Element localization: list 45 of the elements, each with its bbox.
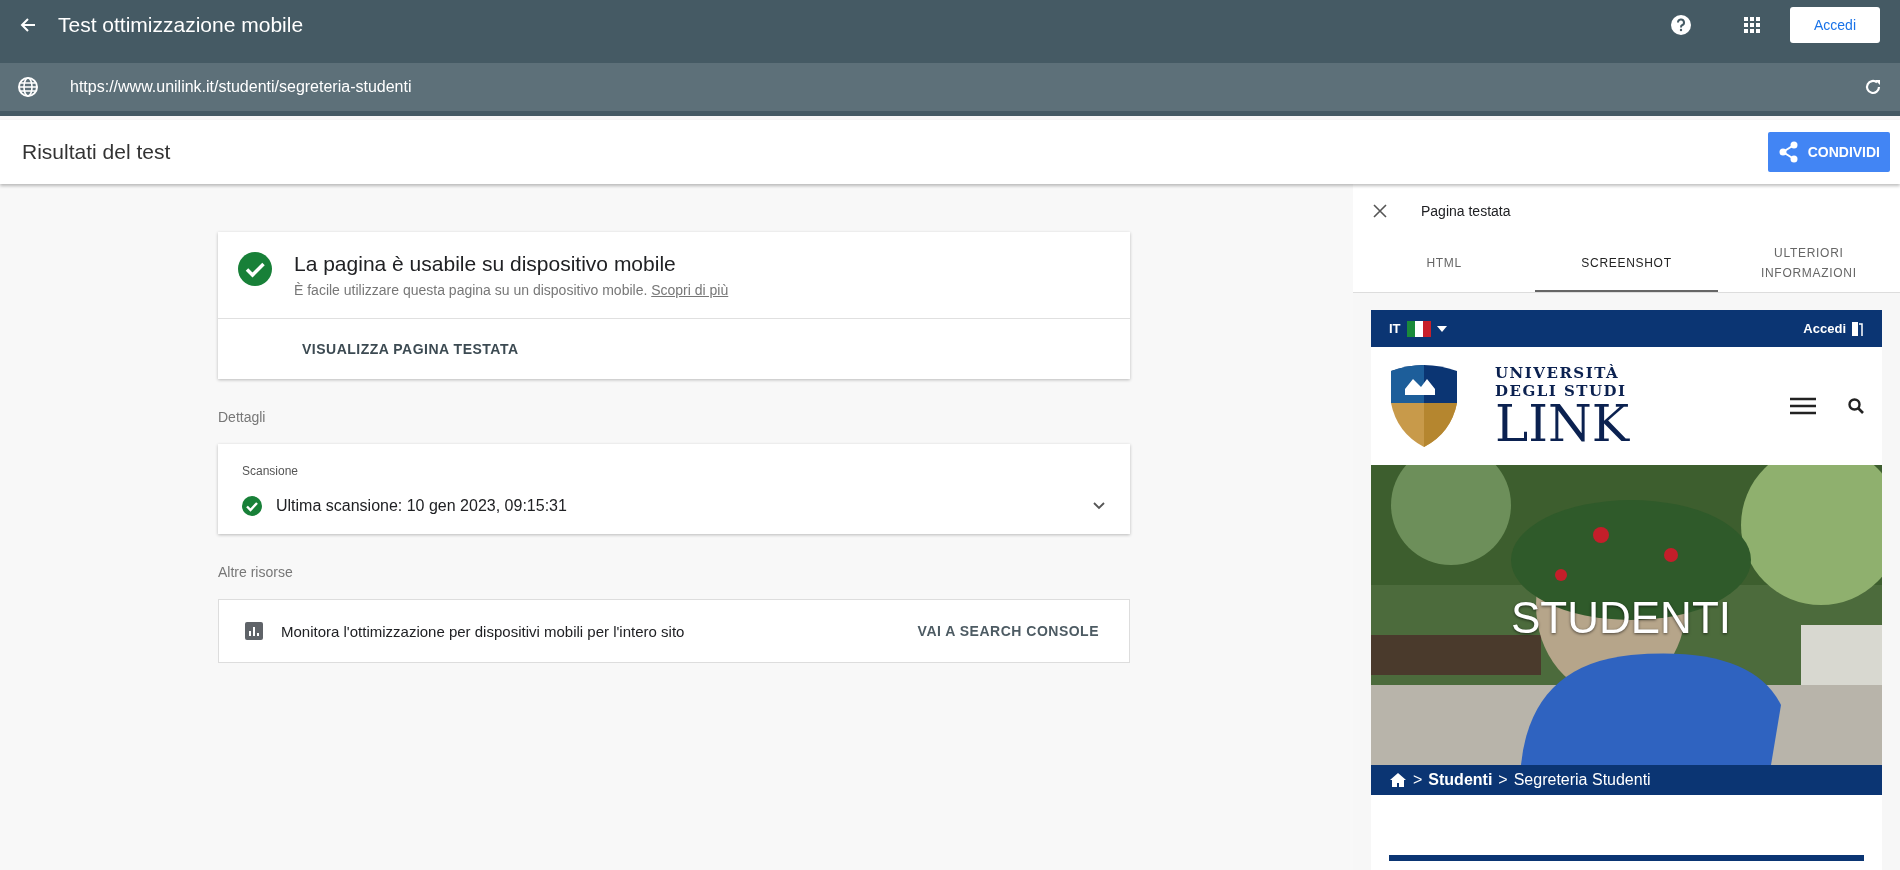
resource-text: Monitora l'ottimizzazione per dispositivi mobili per l'intero sito	[281, 622, 686, 640]
section-heading: Altre risorse	[218, 564, 294, 580]
logo-text: LINK	[1495, 400, 1630, 448]
bar-chart-icon	[245, 622, 263, 640]
share-icon	[1777, 141, 1800, 163]
check-circle-icon	[242, 496, 262, 516]
panel-title: Pagina testata	[1421, 202, 1511, 219]
app-title: Test ottimizzazione mobile	[58, 13, 305, 37]
url-text: https://www.unilink.it/studenti/segreteria-studenti	[70, 78, 413, 96]
home-icon	[1389, 772, 1407, 788]
breadcrumb-current: Segreteria Studenti	[1513, 771, 1651, 789]
section-heading: Dettagli	[218, 409, 267, 425]
caret-icon	[1436, 325, 1447, 332]
result-description: È facile utilizzare questa pagina su un dispositivo mobile. Scopri di più	[294, 282, 729, 298]
result-title: La pagina è usabile su dispositivo mobile	[294, 252, 677, 276]
language-label: IT	[1389, 321, 1401, 336]
shield-logo-icon	[1389, 363, 1459, 449]
back-arrow-icon[interactable]	[20, 17, 36, 33]
flag-icon	[1406, 320, 1431, 337]
card-title: Scansione	[242, 464, 300, 478]
hero-title: STUDENTI	[1511, 593, 1731, 643]
search-icon	[1848, 398, 1864, 414]
logo-text: UNIVERSITÀ	[1495, 364, 1621, 382]
panel-tab[interactable]: ULTERIORI INFORMAZIONI	[1717, 235, 1900, 292]
chevron-icon[interactable]	[1092, 501, 1106, 511]
menu-icon	[1790, 397, 1816, 415]
apps-grid-icon[interactable]	[1744, 17, 1760, 33]
crawl-text: Ultima scansione: 10 gen 2023, 09:15:31	[276, 497, 568, 515]
results-title: Risultati del test	[22, 140, 171, 164]
search-console-link[interactable]: VAI A SEARCH CONSOLE	[911, 622, 1105, 640]
sign-in-button[interactable]: Accedi	[1790, 7, 1880, 43]
site-sign-in: Accedi	[1803, 321, 1846, 336]
help-icon[interactable]	[1670, 14, 1692, 36]
globe-icon	[18, 77, 38, 97]
door-icon	[1850, 320, 1864, 337]
check-circle-icon	[238, 252, 272, 286]
share-button[interactable]: CONDIVIDI	[1767, 132, 1890, 172]
reload-icon[interactable]	[1864, 78, 1882, 96]
view-tested-page-button[interactable]: VISUALIZZA PAGINA TESTATA	[218, 319, 519, 379]
learn-more-link[interactable]: Scopri di più	[651, 282, 729, 298]
panel-tab[interactable]: HTML	[1353, 235, 1536, 292]
close-icon[interactable]	[1373, 203, 1387, 218]
breadcrumb-separator: >	[1498, 771, 1508, 789]
breadcrumb-separator: >	[1413, 771, 1423, 789]
logo-text: DEGLI STUDI	[1495, 382, 1628, 400]
